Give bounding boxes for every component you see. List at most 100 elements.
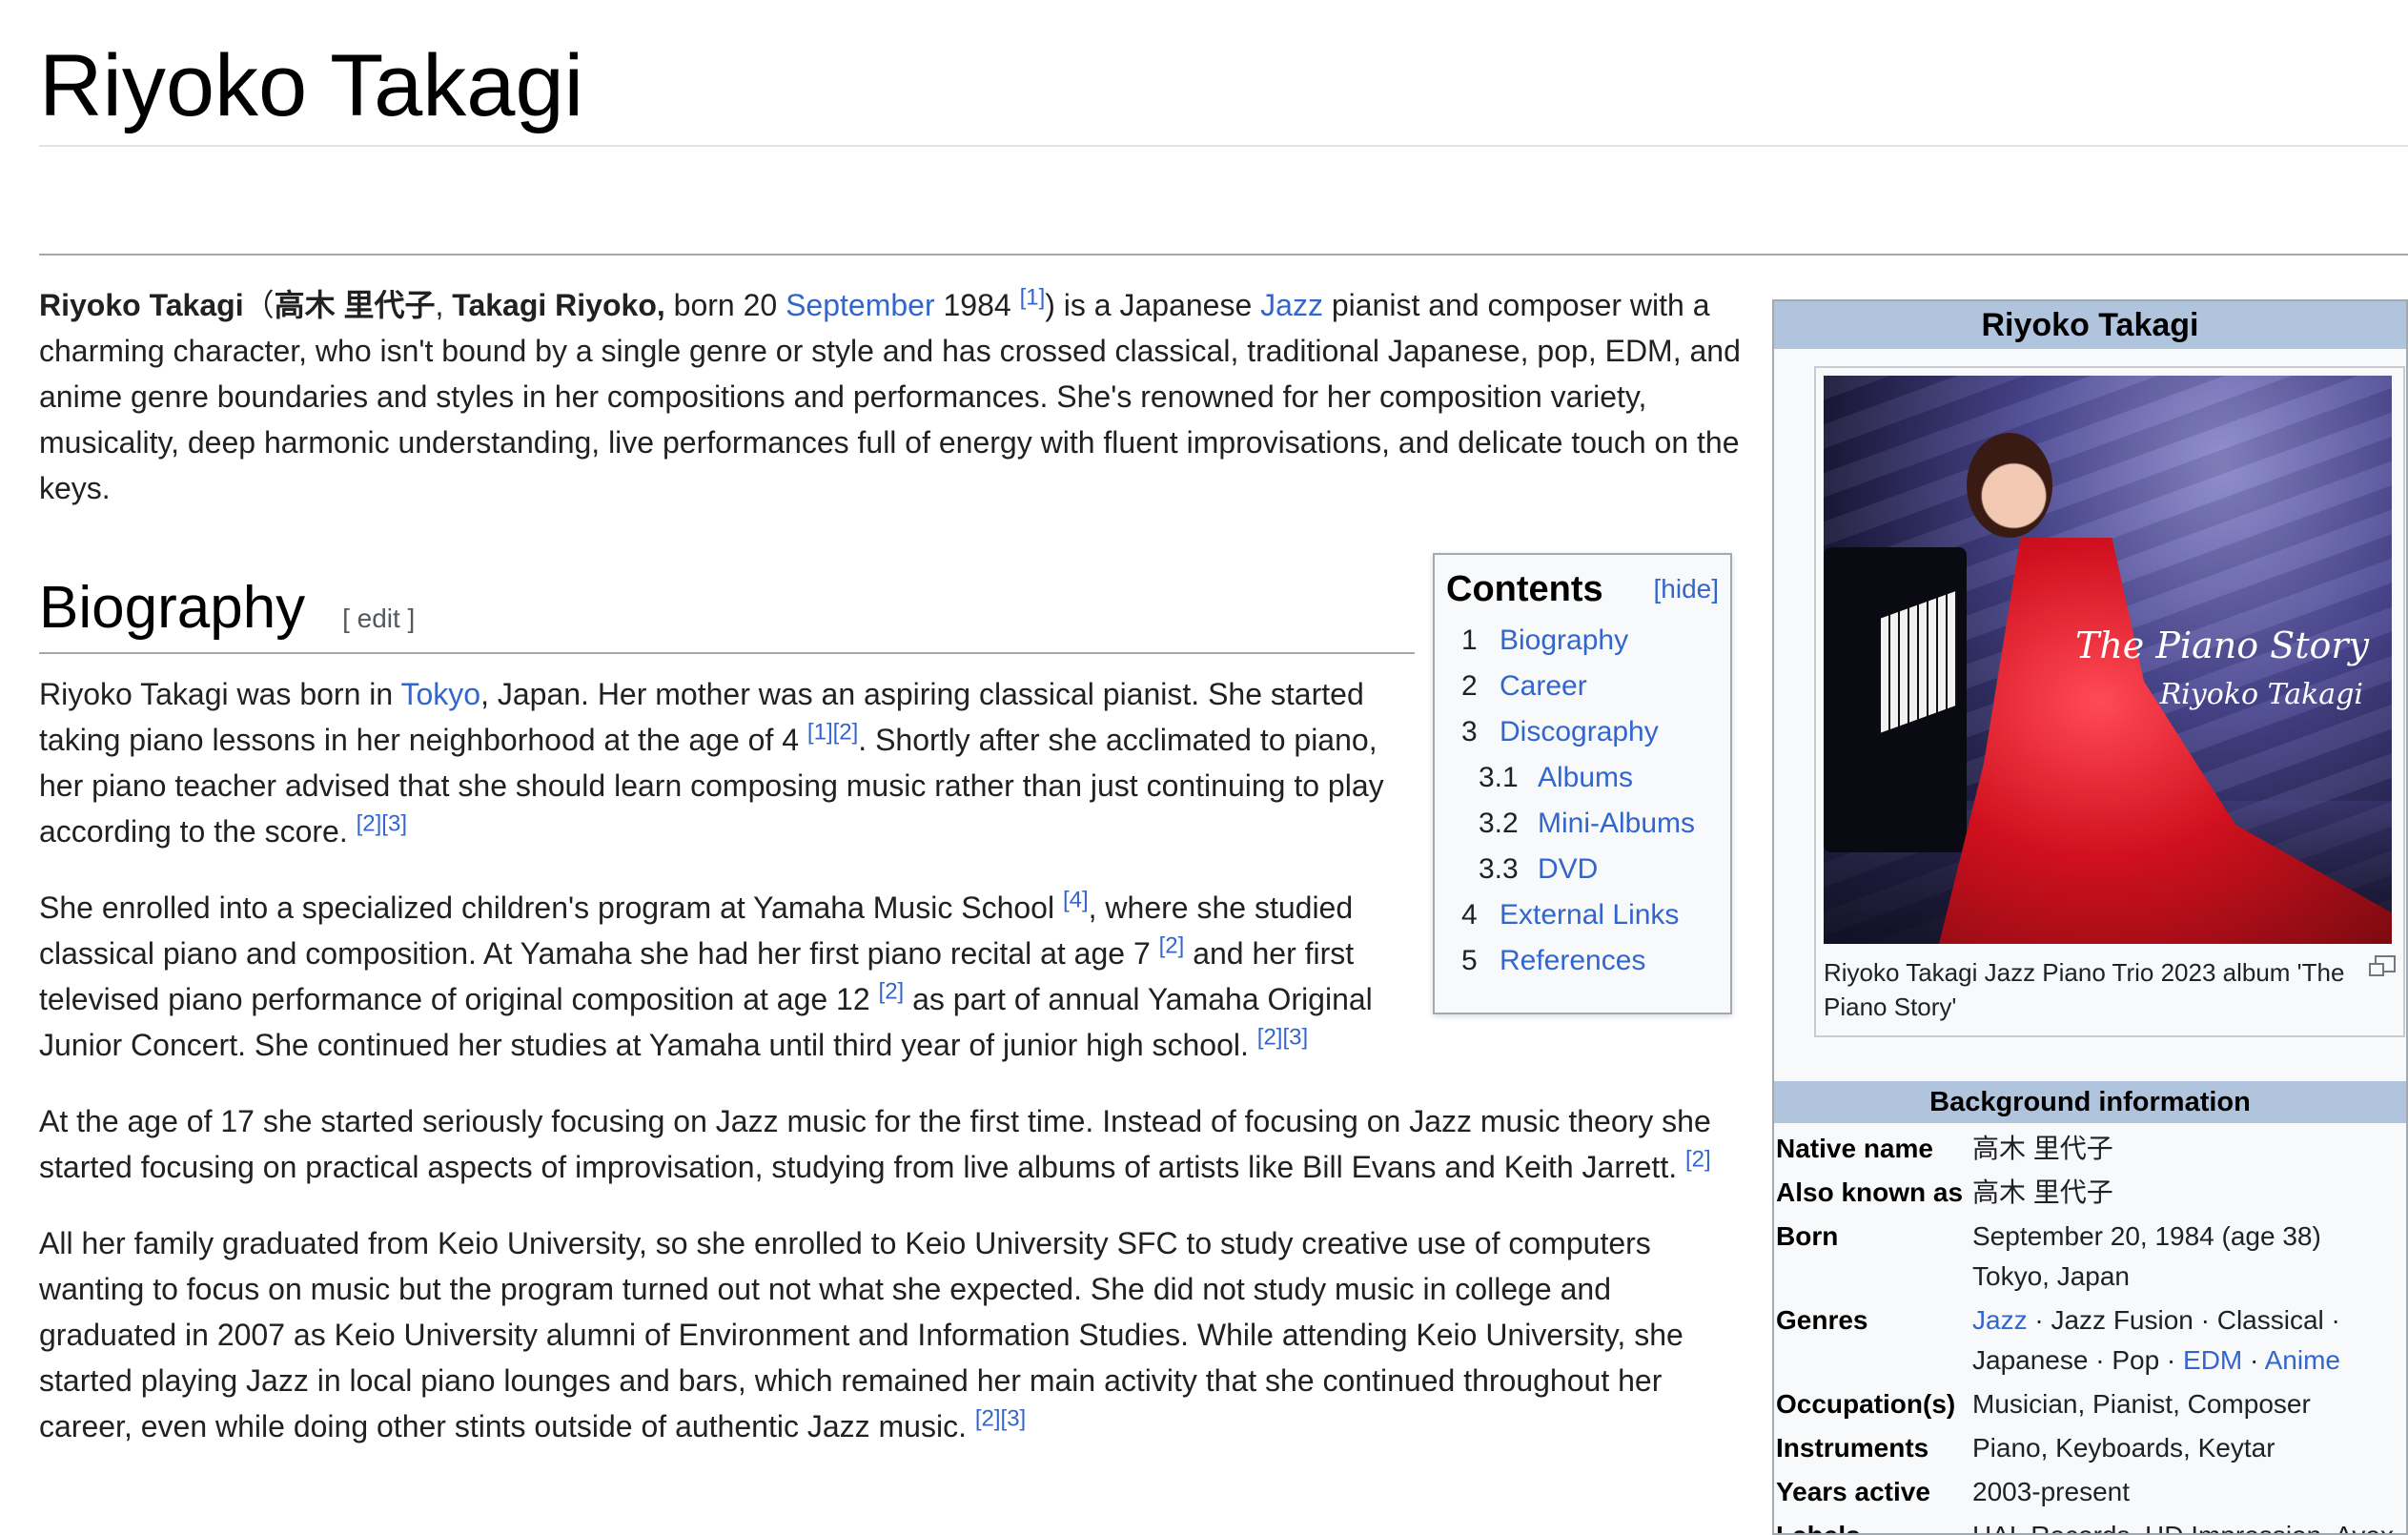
- toc-link-biography[interactable]: Biography: [1500, 618, 1628, 664]
- born-label: Born: [1776, 1221, 1839, 1251]
- occupation-value: Musician, Pianist, Composer: [1972, 1389, 2311, 1419]
- content-divider: [39, 254, 2408, 256]
- toc-item[interactable]: 3.2 Mini-Albums: [1446, 801, 1719, 847]
- infobox-row: Years active 2003-present: [1774, 1470, 2406, 1514]
- toc-number: 3: [1461, 716, 1478, 747]
- toc-link-discography[interactable]: Discography: [1500, 709, 1659, 755]
- title-divider: [39, 145, 2408, 147]
- toc-number: 2: [1461, 670, 1478, 702]
- tokyo-link[interactable]: Tokyo: [400, 677, 480, 711]
- toc-item[interactable]: 4 External Links: [1446, 892, 1719, 938]
- citation-link[interactable]: [1][2]: [807, 719, 858, 745]
- lead-paragraph: Riyoko Takagi（高木 里代子, Takagi Riyoko, bor…: [39, 282, 1745, 511]
- toc-link-external-links[interactable]: External Links: [1500, 892, 1679, 938]
- labels-label: Labels: [1774, 1514, 1969, 1533]
- genres-value: Jazz · Jazz Fusion · Classical · Japanes…: [1969, 1299, 2406, 1382]
- native-name-label: Native name: [1776, 1134, 1933, 1163]
- infobox-row: Native name 高木 里代子: [1774, 1127, 2406, 1171]
- toc-item[interactable]: 3 Discography: [1446, 709, 1719, 755]
- lead-year: 1984: [934, 288, 1020, 322]
- instruments-label: Instruments: [1776, 1433, 1929, 1463]
- infobox-title: Riyoko Takagi: [1774, 301, 2406, 349]
- citation-link[interactable]: [2]: [1685, 1146, 1711, 1172]
- toc-header: Contents [hide]: [1446, 566, 1719, 612]
- citation-link[interactable]: [2][3]: [975, 1405, 1026, 1431]
- infobox-row: Labels HAL Records, HD Impression, Avex: [1774, 1514, 2406, 1533]
- born-place: Tokyo, Japan: [1972, 1261, 2130, 1291]
- toc-item[interactable]: 1 Biography: [1446, 618, 1719, 664]
- biography-heading: Biography: [39, 575, 306, 641]
- lead-romaji: Takagi Riyoko,: [452, 288, 665, 322]
- paragraph-text: All her family graduated from Keio Unive…: [39, 1226, 1684, 1443]
- paragraph-text: At the age of 17 she started seriously f…: [39, 1104, 1711, 1184]
- biography-heading-row: Biography [ edit ]: [39, 568, 1415, 654]
- genre-anime-link[interactable]: Anime: [2265, 1345, 2340, 1375]
- infobox-row: Born September 20, 1984 (age 38) Tokyo, …: [1774, 1215, 2406, 1299]
- infobox-row: Occupation(s) Musician, Pianist, Compose…: [1774, 1382, 2406, 1426]
- citation-link[interactable]: [2]: [1159, 932, 1185, 958]
- genre-edm-link[interactable]: EDM: [2183, 1345, 2242, 1375]
- occupation-label: Occupation(s): [1776, 1389, 1956, 1419]
- edit-section-link[interactable]: [ edit ]: [342, 604, 415, 633]
- caption-text: Riyoko Takagi Jazz Piano Trio 2023 album…: [1824, 958, 2345, 1021]
- toc-item[interactable]: 2 Career: [1446, 664, 1719, 709]
- genres-label: Genres: [1776, 1305, 1868, 1335]
- cover-artist-text: Riyoko Takagi: [2159, 678, 2363, 711]
- also-known-value: 高木 里代子: [1972, 1177, 2113, 1207]
- cover-title-text: The Piano Story: [2074, 624, 2369, 666]
- infobox-row: Instruments Piano, Keyboards, Keytar: [1774, 1426, 2406, 1470]
- biography-paragraph: Riyoko Takagi was born in Tokyo, Japan. …: [39, 671, 1415, 854]
- citation-link[interactable]: [2][3]: [1257, 1024, 1308, 1050]
- citation-link[interactable]: [2][3]: [357, 810, 407, 836]
- september-link[interactable]: September: [786, 288, 935, 322]
- citation-link[interactable]: [1]: [1020, 284, 1046, 310]
- instruments-value: Piano, Keyboards, Keytar: [1972, 1433, 2275, 1463]
- native-name-value: 高木 里代子: [1972, 1134, 2113, 1163]
- labels-value: HAL Records, HD Impression, Avex: [1969, 1514, 2406, 1533]
- toc-number: 3.3: [1479, 853, 1519, 885]
- portrait-head-shape: [1967, 433, 2052, 538]
- toc-number: 3.2: [1479, 808, 1519, 839]
- background-information-header: Background information: [1774, 1081, 2406, 1123]
- lead-text: ) is a Japanese: [1045, 288, 1261, 322]
- infobox: Riyoko Takagi The Piano Story Riyoko Tak…: [1772, 299, 2408, 1535]
- born-value: September 20, 1984 (age 38) Tokyo, Japan: [1969, 1215, 2406, 1299]
- infobox-row: Genres Jazz · Jazz Fusion · Classical · …: [1774, 1299, 2406, 1382]
- years-active-value: 2003-present: [1972, 1477, 2131, 1506]
- born-date: September 20, 1984 (age 38): [1972, 1221, 2321, 1251]
- infobox-row: Also known as 高木 里代子: [1774, 1171, 2406, 1215]
- album-cover-image[interactable]: The Piano Story Riyoko Takagi: [1824, 376, 2392, 944]
- lead-born-text: born 20: [664, 288, 786, 322]
- paragraph-text: She enrolled into a specialized children…: [39, 890, 1063, 925]
- toc-number: 3.1: [1479, 762, 1519, 793]
- genre-jazz-link[interactable]: Jazz: [1972, 1305, 2028, 1335]
- toc-item[interactable]: 3.1 Albums: [1446, 755, 1719, 801]
- citation-link[interactable]: [2]: [879, 978, 905, 1004]
- image-caption: Riyoko Takagi Jazz Piano Trio 2023 album…: [1824, 955, 2396, 1024]
- enlarge-icon[interactable]: [2369, 955, 2396, 976]
- toc-link-albums[interactable]: Albums: [1538, 755, 1633, 801]
- paragraph-text: Riyoko Takagi was born in: [39, 677, 401, 711]
- jazz-link[interactable]: Jazz: [1260, 288, 1323, 322]
- genre-separator: ·: [2242, 1345, 2265, 1375]
- citation-link[interactable]: [4]: [1063, 887, 1089, 912]
- biography-paragraph: At the age of 17 she started seriously f…: [39, 1098, 1745, 1190]
- also-known-label: Also known as: [1776, 1177, 1964, 1207]
- infobox-table: Native name 高木 里代子 Also known as 高木 里代子 …: [1774, 1127, 2406, 1533]
- toc-number: 4: [1461, 899, 1478, 931]
- lead-name: Riyoko Takagi: [39, 288, 244, 322]
- toc-link-mini-albums[interactable]: Mini-Albums: [1538, 801, 1695, 847]
- toc-item[interactable]: 5 References: [1446, 938, 1719, 984]
- toc-link-dvd[interactable]: DVD: [1538, 847, 1598, 892]
- toc-item[interactable]: 3.3 DVD: [1446, 847, 1719, 892]
- toc-hide-link[interactable]: [hide]: [1654, 566, 1720, 612]
- toc-link-references[interactable]: References: [1500, 938, 1645, 984]
- toc-link-career[interactable]: Career: [1500, 664, 1587, 709]
- lead-native-name: 高木 里代子: [274, 288, 436, 322]
- page-title: Riyoko Takagi: [39, 37, 584, 134]
- toc-number: 1: [1461, 624, 1478, 656]
- biography-paragraph: She enrolled into a specialized children…: [39, 885, 1415, 1068]
- toc-title: Contents: [1446, 569, 1603, 609]
- years-active-label: Years active: [1776, 1477, 1930, 1506]
- biography-paragraph: All her family graduated from Keio Unive…: [39, 1220, 1745, 1449]
